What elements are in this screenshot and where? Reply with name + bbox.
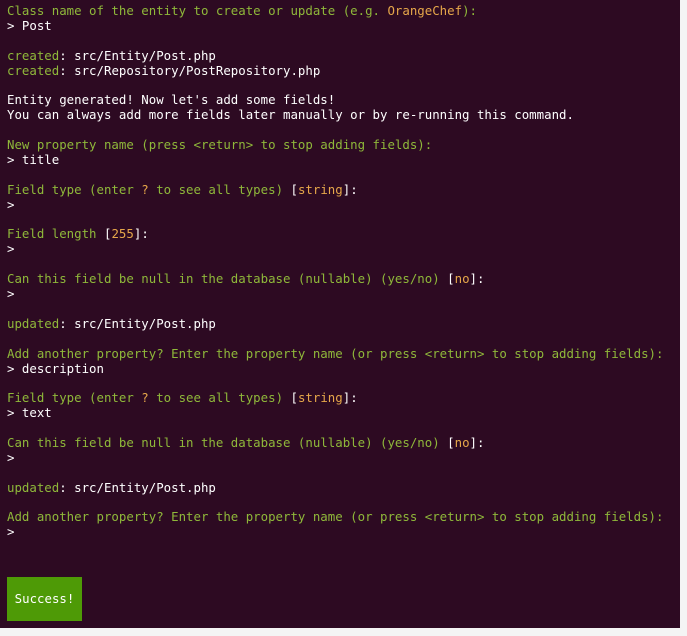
success-banner: Success! <box>7 577 82 621</box>
updated-status: updated <box>7 479 60 495</box>
add-fields-hint: You can always add more fields later man… <box>7 107 574 123</box>
example-class-name: OrangeChef <box>387 3 463 18</box>
property-answer: > title <box>7 152 60 168</box>
created-status: created <box>7 47 60 63</box>
field-type-answer: > text <box>7 405 52 421</box>
another-property-prompt: Add another property? Enter the property… <box>7 509 664 525</box>
class-name-answer: > Post <box>7 18 52 33</box>
created-file-line: created: src/Entity/Post.php <box>7 47 216 63</box>
window-edge <box>0 628 687 636</box>
default-value: no <box>454 434 470 450</box>
default-value: 255 <box>111 226 134 242</box>
created-status: created <box>7 62 60 78</box>
field-type-prompt: Field type (enter ? to see all types) [s… <box>7 390 358 406</box>
updated-path: src/Entity/Post.php <box>74 315 216 331</box>
default-value: string <box>297 390 343 406</box>
updated-file-line: updated: src/Entity/Post.php <box>7 479 216 495</box>
new-property-prompt: New property name (press <return> to sto… <box>7 137 433 153</box>
updated-path: src/Entity/Post.php <box>74 479 216 495</box>
created-path: src/Repository/PostRepository.php <box>74 62 321 78</box>
created-file-line: created: src/Repository/PostRepository.p… <box>7 62 321 78</box>
class-name-prompt: Class name of the entity to create or up… <box>7 3 477 18</box>
field-type-answer: > <box>7 196 15 212</box>
created-path: src/Entity/Post.php <box>74 47 216 63</box>
another-property-prompt: Add another property? Enter the property… <box>7 345 664 361</box>
nullable-answer: > <box>7 449 15 465</box>
updated-status: updated <box>7 315 60 331</box>
nullable-answer: > <box>7 286 15 302</box>
entity-generated-message: Entity generated! Now let's add some fie… <box>7 92 336 108</box>
default-value: string <box>297 181 343 197</box>
field-length-prompt: Field length [255]: <box>7 226 149 242</box>
nullable-prompt: Can this field be null in the database (… <box>7 434 485 450</box>
property-answer: > description <box>7 360 104 376</box>
field-length-answer: > <box>7 241 15 257</box>
window-edge <box>680 0 687 636</box>
nullable-prompt: Can this field be null in the database (… <box>7 271 485 287</box>
default-value: no <box>454 271 470 287</box>
field-type-prompt: Field type (enter ? to see all types) [s… <box>7 181 358 197</box>
input-cursor-line[interactable]: > <box>7 524 680 539</box>
terminal-window[interactable]: Class name of the entity to create or up… <box>0 0 680 628</box>
updated-file-line: updated: src/Entity/Post.php <box>7 315 216 331</box>
